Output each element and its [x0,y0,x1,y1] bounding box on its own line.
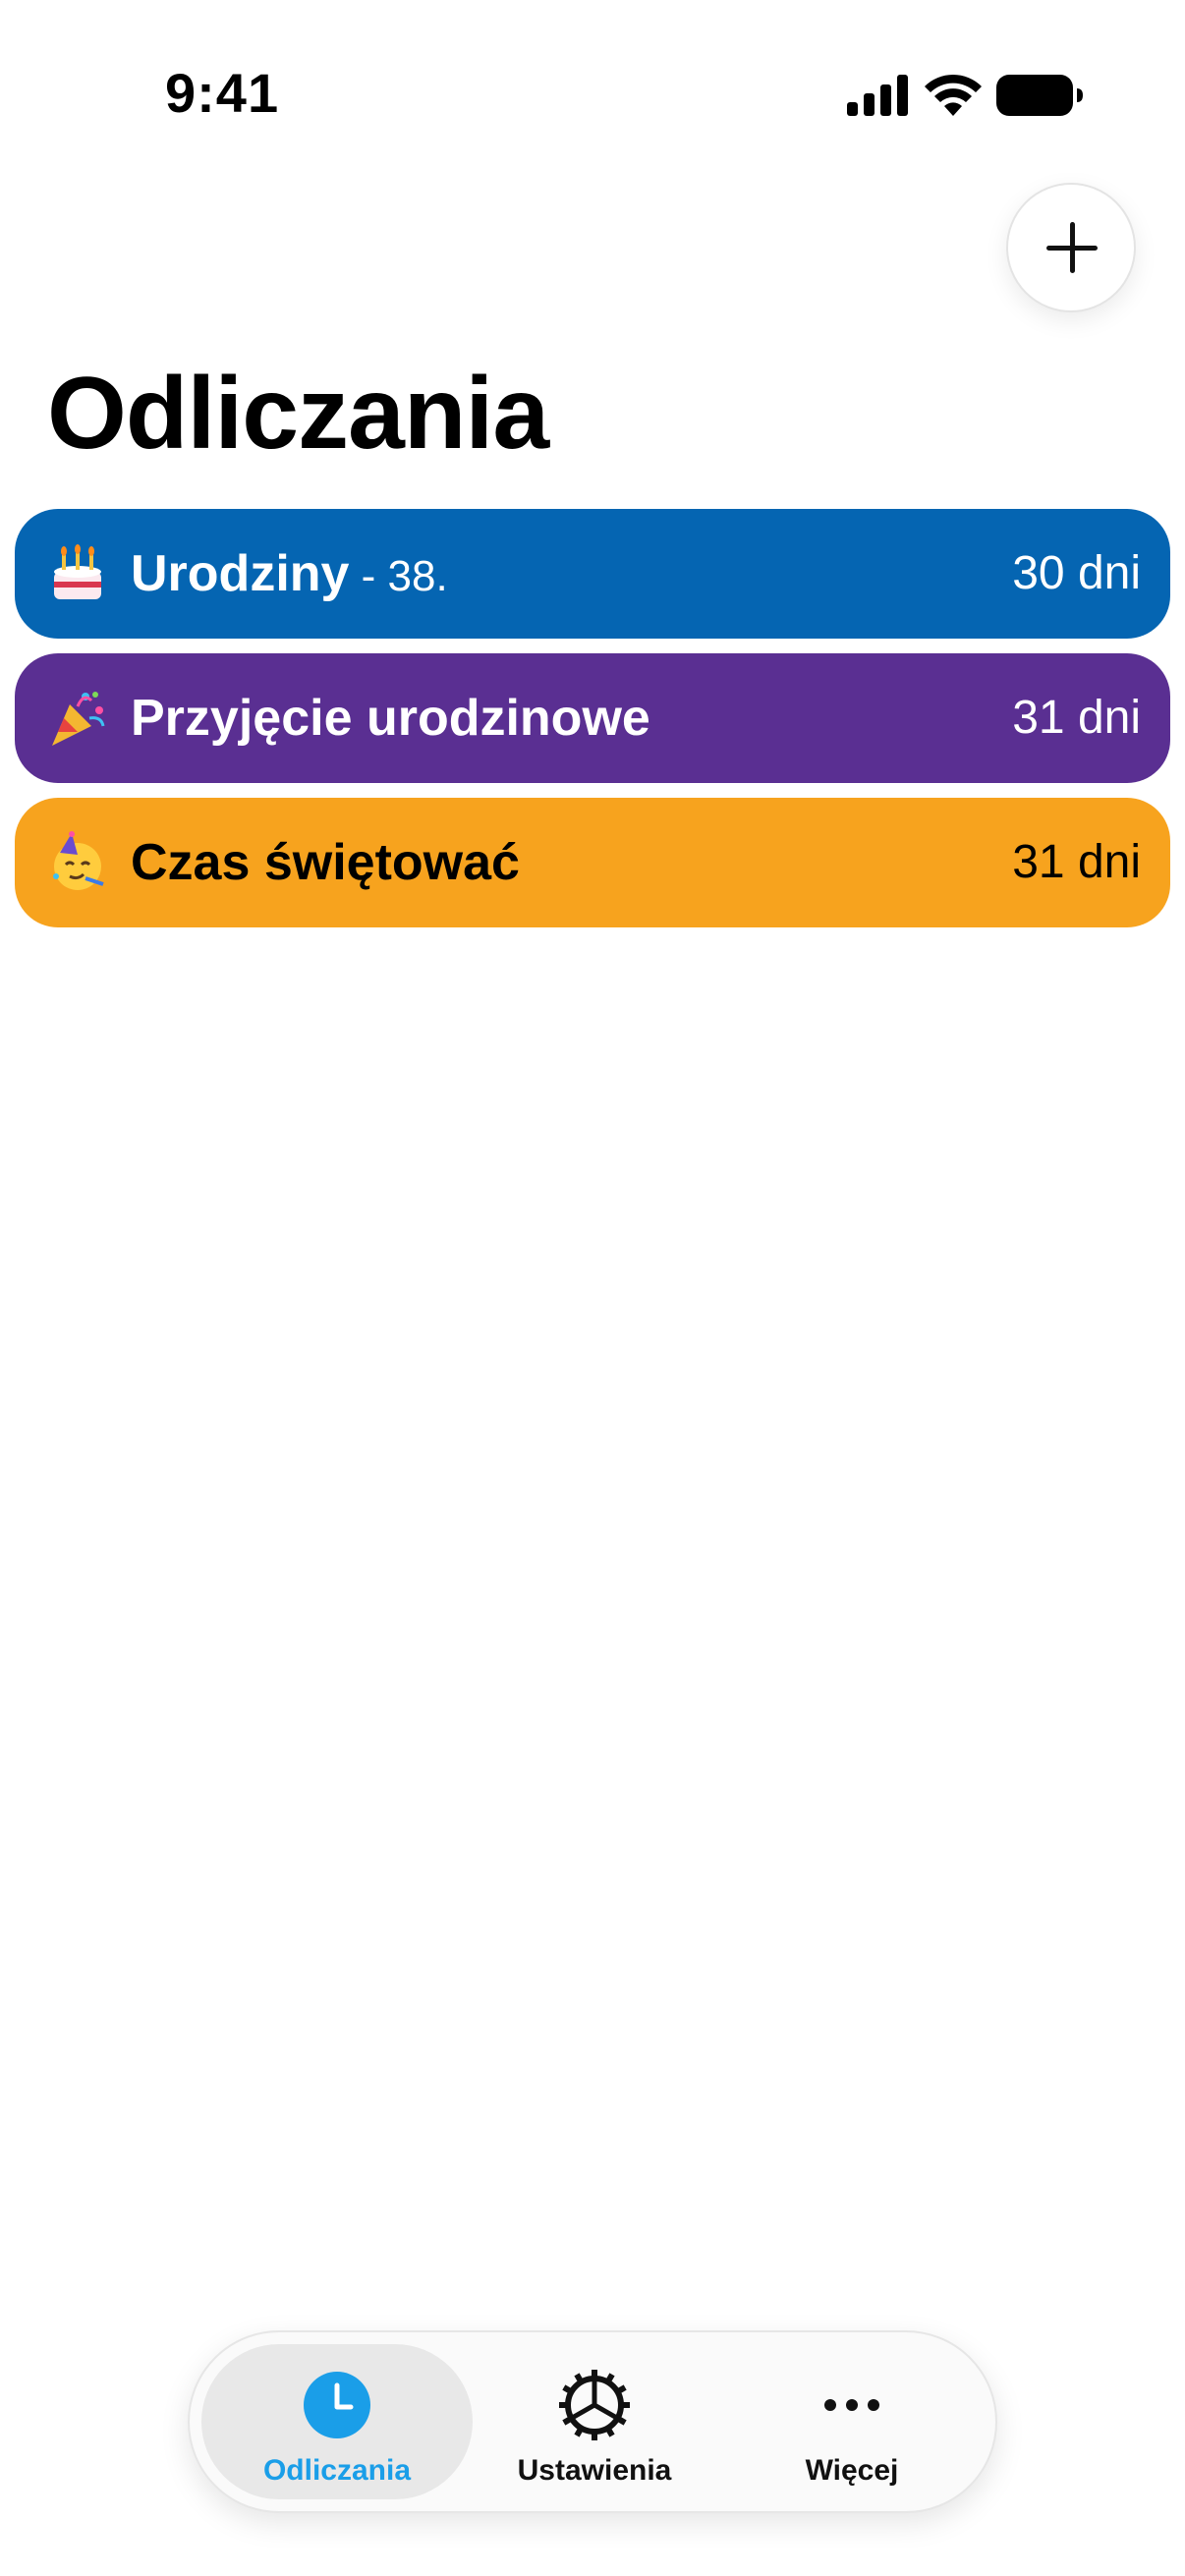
countdown-list: Urodziny - 38. 30 dni Przyjęcie urodzino… [15,509,1170,942]
tab-label: Odliczania [262,2454,412,2487]
party-popper-icon [52,692,105,746]
birthday-cake-icon [54,544,101,599]
countdown-row-urodziny[interactable]: Urodziny - 38. 30 dni [15,509,1170,639]
countdown-name: Urodziny [131,545,350,602]
countdown-name: Przyjęcie urodzinowe [131,690,650,747]
tab-label: Ustawienia [517,2454,672,2487]
tab-ustawienia[interactable]: Ustawienia [459,2344,730,2499]
countdown-days: 30 dni [1012,547,1141,599]
partying-face-icon [53,831,104,890]
countdown-row-czas-swietowac[interactable]: Czas świętować 31 dni [15,798,1170,927]
countdown-days: 31 dni [1012,836,1141,888]
status-bar: 9:41 [0,0,1185,187]
gear-icon [559,2370,630,2440]
battery-icon [996,75,1083,116]
countdown-days: 31 dni [1012,692,1141,744]
add-countdown-button[interactable] [1006,183,1136,312]
tab-odliczania[interactable]: Odliczania [201,2344,473,2499]
tab-wiecej[interactable]: Więcej [716,2344,988,2499]
tab-bar: Odliczania Ustawienia Więcej [188,2330,997,2513]
countdown-name: Czas świętować [131,834,520,891]
page-title: Odliczania [47,357,549,471]
countdown-row-przyjecie[interactable]: Przyjęcie urodzinowe 31 dni [15,653,1170,783]
countdowns-screen: 9:41 Odliczania Urodziny - 38. 30 dni Pr… [0,0,1185,2576]
tab-label: Więcej [805,2454,899,2487]
cellular-signal-icon [847,75,908,116]
more-icon [824,2399,879,2411]
clock-icon [304,2372,370,2438]
wifi-icon [925,74,982,116]
countdown-age: - 38. [349,552,448,600]
status-time: 9:41 [165,62,280,124]
